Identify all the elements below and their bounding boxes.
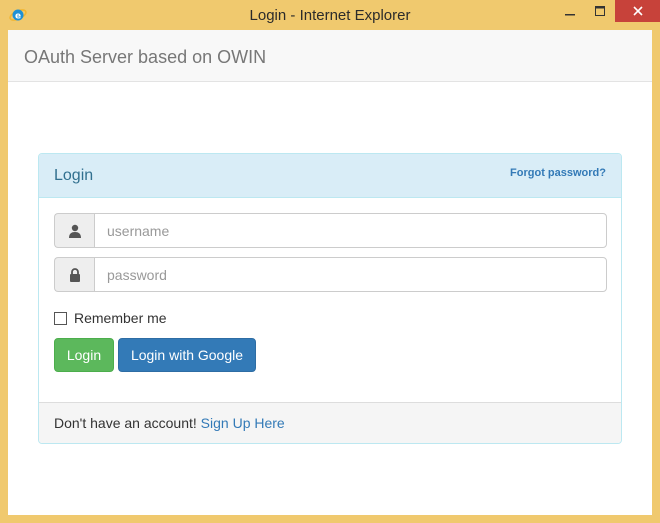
page-content: OAuth Server based on OWIN Login Forgot … (8, 30, 652, 515)
panel-heading: Login Forgot password? (39, 154, 621, 198)
maximize-icon (595, 6, 605, 16)
browser-window: e Login - Internet Explorer OAuth Server… (0, 0, 660, 523)
username-addon (54, 213, 94, 248)
close-button[interactable] (615, 0, 660, 22)
remember-me-label: Remember me (74, 310, 167, 326)
no-account-text: Don't have an account! (54, 415, 201, 431)
username-input-group (54, 213, 607, 248)
login-panel: Login Forgot password? username Remember… (38, 153, 622, 444)
minimize-icon (565, 14, 575, 16)
navbar-brand[interactable]: OAuth Server based on OWIN (24, 47, 266, 68)
remember-me[interactable]: Remember me (54, 310, 167, 326)
title-bar[interactable]: e Login - Internet Explorer (0, 0, 660, 30)
user-icon (68, 224, 81, 238)
login-with-google-button[interactable]: Login with Google (118, 338, 256, 372)
close-icon (632, 6, 643, 16)
username-input[interactable] (94, 213, 607, 248)
footer-text: Don't have an account! Sign Up Here (54, 415, 285, 431)
remember-me-checkbox[interactable] (54, 311, 67, 325)
minimize-button[interactable] (555, 0, 585, 22)
navbar: OAuth Server based on OWIN (8, 30, 652, 82)
lock-icon (69, 267, 80, 282)
password-input-group (54, 257, 607, 292)
window-controls (555, 0, 660, 22)
password-addon (54, 257, 94, 292)
login-button[interactable]: Login (54, 338, 114, 372)
forgot-password-link[interactable]: Forgot password? (510, 167, 606, 179)
maximize-button[interactable] (585, 0, 615, 22)
sign-up-link[interactable]: Sign Up Here (201, 415, 285, 431)
panel-footer: Don't have an account! Sign Up Here (39, 402, 621, 443)
panel-title: Login (54, 167, 94, 184)
password-input[interactable] (94, 257, 607, 292)
